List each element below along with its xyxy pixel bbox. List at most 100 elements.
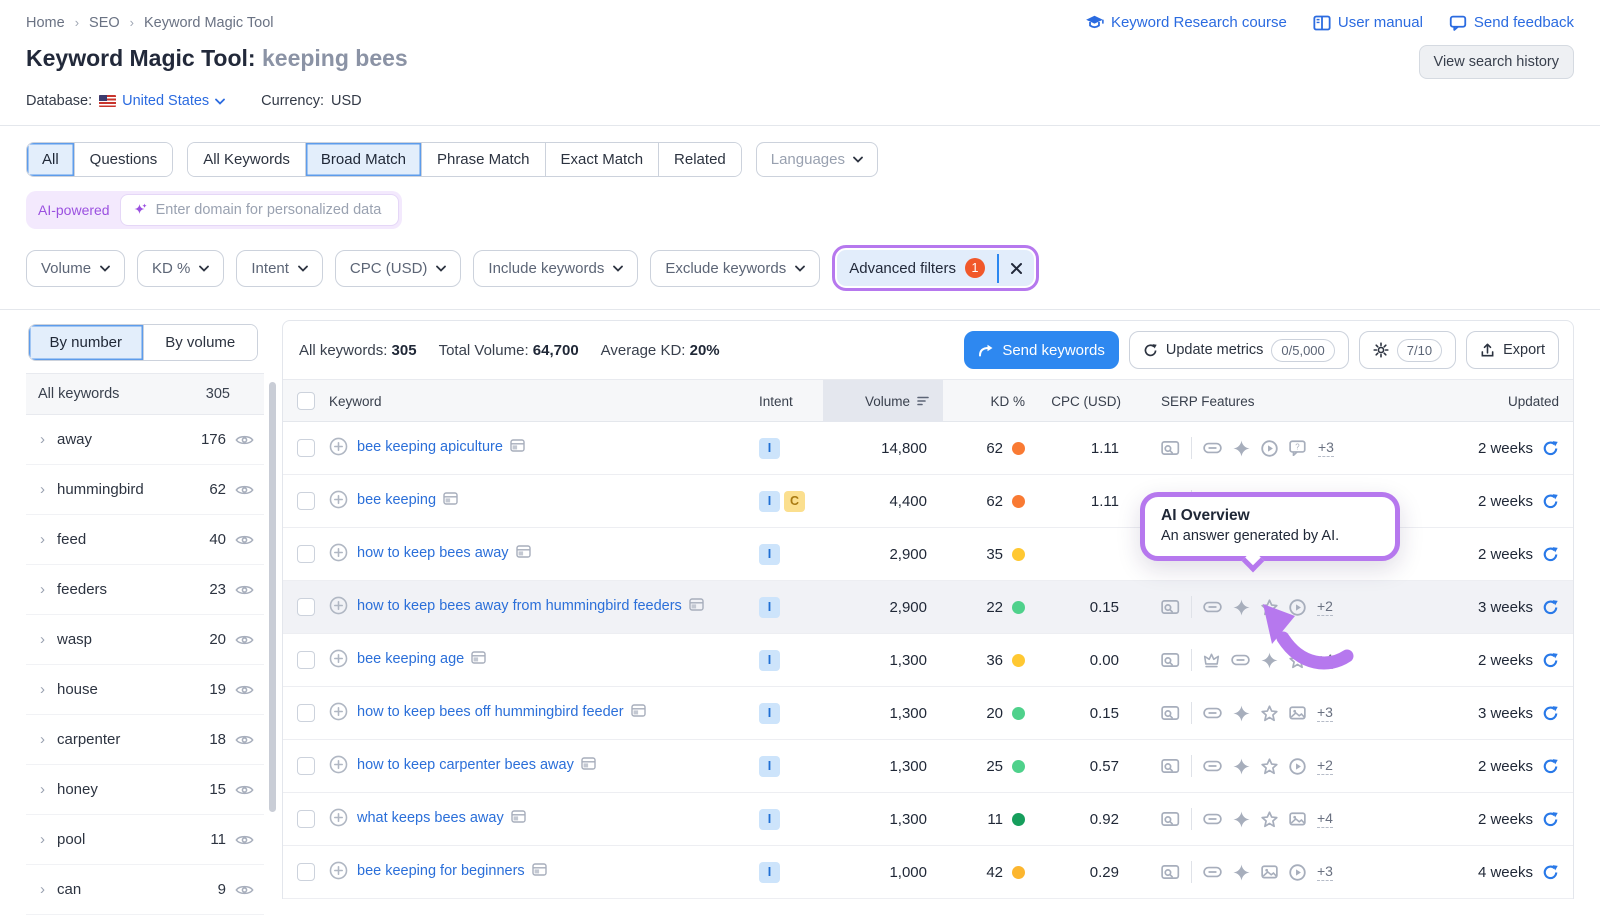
col-intent[interactable]: Intent <box>759 380 823 422</box>
settings-button[interactable]: 7/10 <box>1359 331 1456 369</box>
refresh-blue-icon[interactable] <box>1542 652 1559 669</box>
advanced-filters-button[interactable]: Advanced filters 1 <box>837 250 997 286</box>
keyword-link[interactable]: how to keep bees away <box>357 543 531 565</box>
row-checkbox[interactable] <box>297 863 315 881</box>
sidebar-group-away[interactable]: › away 176 <box>26 415 264 465</box>
ai-overview-icon[interactable] <box>1233 705 1250 722</box>
ai-overview-icon[interactable] <box>1233 811 1250 828</box>
select-all-checkbox[interactable] <box>297 392 315 410</box>
view-search-history-button[interactable]: View search history <box>1419 45 1574 79</box>
sidebar-scrollbar[interactable] <box>269 382 276 812</box>
filter-include-keywords[interactable]: Include keywords <box>473 250 638 287</box>
tab-all[interactable]: All <box>27 143 75 176</box>
eye-icon[interactable] <box>235 684 254 696</box>
plus-circle-icon[interactable] <box>329 596 348 615</box>
link-icon[interactable] <box>1203 866 1222 878</box>
ai-overview-icon[interactable] <box>1233 864 1250 881</box>
tab-related[interactable]: Related <box>659 143 741 176</box>
serp-more-link[interactable]: +4 <box>1317 810 1333 828</box>
serp-preview-mini-icon[interactable] <box>631 704 646 717</box>
col-cpc[interactable]: CPC (USD) <box>1031 380 1135 422</box>
sidebar-group-hummingbird[interactable]: › hummingbird 62 <box>26 465 264 515</box>
eye-icon[interactable] <box>235 734 254 746</box>
top-link-course[interactable]: Keyword Research course <box>1085 14 1287 31</box>
row-checkbox[interactable] <box>297 545 315 563</box>
row-checkbox[interactable] <box>297 810 315 828</box>
image-icon[interactable] <box>1289 706 1306 721</box>
refresh-blue-icon[interactable] <box>1542 758 1559 775</box>
send-keywords-button[interactable]: Send keywords <box>964 331 1119 369</box>
plus-circle-icon[interactable] <box>329 437 348 456</box>
tab-questions[interactable]: Questions <box>75 143 173 176</box>
serp-more-link[interactable]: +3 <box>1317 704 1333 722</box>
sidebar-group-can[interactable]: › can 9 <box>26 865 264 915</box>
keyword-link[interactable]: bee keeping age <box>357 649 486 671</box>
serp-preview-mini-icon[interactable] <box>689 598 704 611</box>
refresh-blue-icon[interactable] <box>1542 811 1559 828</box>
link-icon[interactable] <box>1203 442 1222 454</box>
sidebar-group-feed[interactable]: › feed 40 <box>26 515 264 565</box>
serp-preview-icon[interactable] <box>1161 864 1180 880</box>
eye-icon[interactable] <box>235 634 254 646</box>
refresh-blue-icon[interactable] <box>1542 493 1559 510</box>
row-checkbox[interactable] <box>297 704 315 722</box>
database-selector[interactable]: United States <box>99 93 225 109</box>
filter-volume[interactable]: Volume <box>26 250 125 287</box>
filter-cpc-usd-[interactable]: CPC (USD) <box>335 250 462 287</box>
languages-dropdown[interactable]: Languages <box>756 142 878 177</box>
plus-circle-icon[interactable] <box>329 702 348 721</box>
star-icon[interactable] <box>1261 705 1278 722</box>
serp-preview-mini-icon[interactable] <box>471 651 486 664</box>
plus-circle-icon[interactable] <box>329 755 348 774</box>
link-icon[interactable] <box>1203 707 1222 719</box>
domain-input[interactable] <box>156 202 386 218</box>
play-icon[interactable] <box>1289 864 1306 881</box>
refresh-blue-icon[interactable] <box>1542 546 1559 563</box>
breadcrumb-item[interactable]: SEO <box>89 15 120 31</box>
keyword-link[interactable]: how to keep carpenter bees away <box>357 755 596 777</box>
link-icon[interactable] <box>1203 601 1222 613</box>
serp-more-link[interactable]: +2 <box>1317 757 1333 775</box>
col-keyword[interactable]: Keyword <box>329 380 759 422</box>
keyword-link[interactable]: how to keep bees off hummingbird feeder <box>357 702 646 724</box>
plus-circle-icon[interactable] <box>329 808 348 827</box>
filter-kd-[interactable]: KD % <box>137 250 224 287</box>
eye-icon[interactable] <box>235 484 254 496</box>
plus-circle-icon[interactable] <box>329 490 348 509</box>
question-icon[interactable]: ? <box>1289 440 1307 456</box>
serp-preview-mini-icon[interactable] <box>532 863 547 876</box>
serp-preview-icon[interactable] <box>1161 811 1180 827</box>
plus-circle-icon[interactable] <box>329 649 348 668</box>
keyword-link[interactable]: bee keeping apiculture <box>357 437 525 459</box>
row-checkbox[interactable] <box>297 757 315 775</box>
eye-icon[interactable] <box>235 584 254 596</box>
serp-preview-mini-icon[interactable] <box>581 757 596 770</box>
sidebar-toggle-by-number[interactable]: By number <box>29 325 144 360</box>
serp-preview-icon[interactable] <box>1161 440 1180 456</box>
crown-icon[interactable] <box>1203 652 1220 668</box>
link-icon[interactable] <box>1203 813 1222 825</box>
play-icon[interactable] <box>1289 758 1306 775</box>
ai-overview-icon[interactable] <box>1233 440 1250 457</box>
serp-preview-mini-icon[interactable] <box>443 492 458 505</box>
refresh-blue-icon[interactable] <box>1542 599 1559 616</box>
image-icon[interactable] <box>1261 865 1278 880</box>
col-serp-features[interactable]: SERP Features <box>1135 380 1391 422</box>
image-icon[interactable] <box>1289 812 1306 827</box>
col-kd[interactable]: KD % <box>943 380 1031 422</box>
update-metrics-button[interactable]: Update metrics 0/5,000 <box>1129 331 1349 369</box>
keyword-link[interactable]: how to keep bees away from hummingbird f… <box>357 596 704 618</box>
breadcrumb-item[interactable]: Home <box>26 15 65 31</box>
play-icon[interactable] <box>1261 440 1278 457</box>
star-icon[interactable] <box>1261 758 1278 775</box>
serp-preview-mini-icon[interactable] <box>510 439 525 452</box>
tab-all-keywords[interactable]: All Keywords <box>188 143 306 176</box>
serp-preview-mini-icon[interactable] <box>516 545 531 558</box>
sidebar-group-carpenter[interactable]: › carpenter 18 <box>26 715 264 765</box>
breadcrumb-item[interactable]: Keyword Magic Tool <box>144 15 274 31</box>
filter-exclude-keywords[interactable]: Exclude keywords <box>650 250 820 287</box>
serp-more-link[interactable]: +3 <box>1318 439 1334 457</box>
tab-phrase-match[interactable]: Phrase Match <box>422 143 546 176</box>
plus-circle-icon[interactable] <box>329 861 348 880</box>
serp-preview-icon[interactable] <box>1161 758 1180 774</box>
